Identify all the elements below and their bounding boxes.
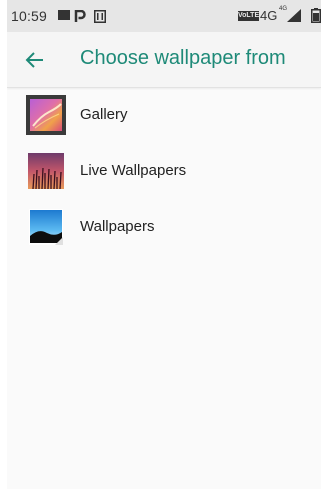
battery-icon [311,8,321,23]
network-type: 4G [260,8,278,23]
gallery-icon [25,94,67,136]
list-item-label: Gallery [80,106,128,123]
toolbar: Choose wallpaper from [7,32,321,88]
list-item-gallery[interactable]: Gallery [7,88,321,144]
screen: 10:59 VoLTE 4G 4G Choose wallpaper from … [7,0,321,489]
list-item-wallpapers[interactable]: Wallpapers [7,200,321,256]
list-item-label: Wallpapers [80,218,155,235]
back-button[interactable] [21,46,49,74]
signal-icon [287,9,301,22]
wallpapers-icon [25,206,67,248]
status-time: 10:59 [11,8,48,24]
list-item-live-wallpapers[interactable]: Live Wallpapers [7,144,321,200]
volte-badge: VoLTE [238,11,260,21]
sim-card-icon [94,10,106,23]
status-bar: 10:59 VoLTE 4G 4G [7,0,321,32]
live-wallpapers-icon [25,150,67,192]
arrow-left-icon [21,46,49,74]
image-icon [58,10,70,20]
network-type-superscript: 4G [279,6,288,12]
p-icon [73,9,87,22]
page-title: Choose wallpaper from [80,47,286,69]
list-item-label: Live Wallpapers [80,162,187,179]
wallpaper-source-list: Gallery Live Wallpapers Wallpapers [7,88,321,256]
